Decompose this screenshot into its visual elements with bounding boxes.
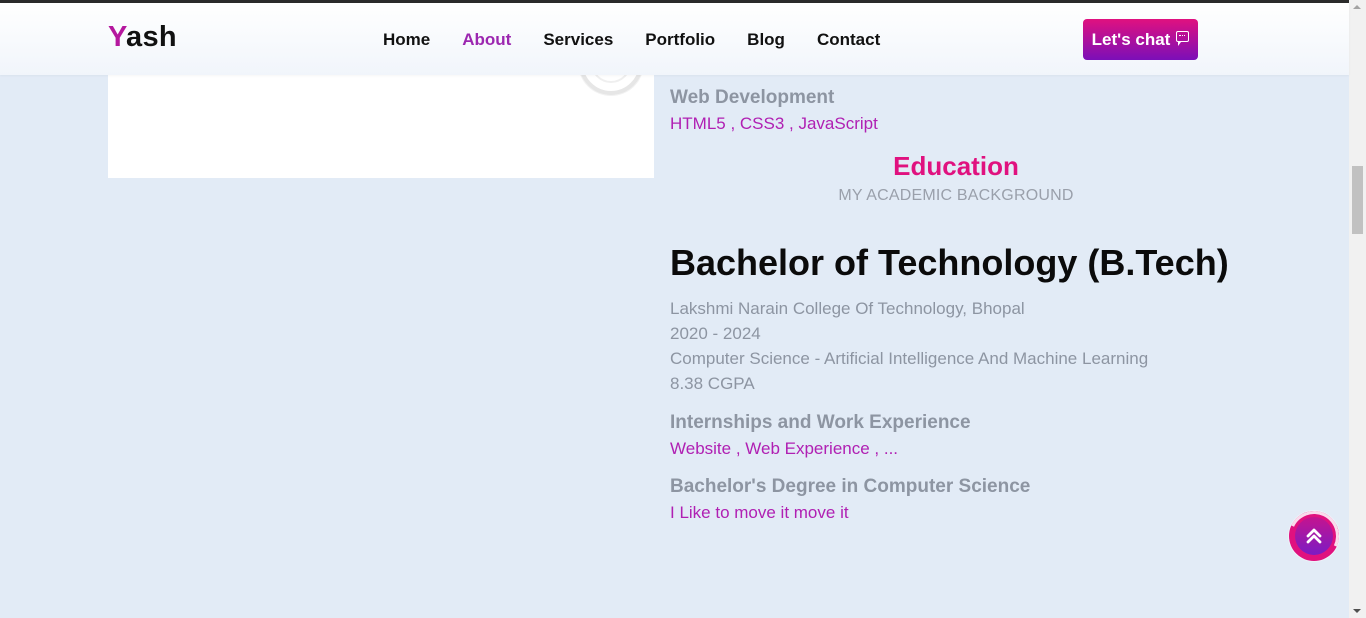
skill-title: Web Development xyxy=(670,87,835,108)
nav-home[interactable]: Home xyxy=(383,30,430,50)
chat-bubble-icon xyxy=(1176,31,1190,46)
study-years: 2020 - 2024 xyxy=(670,324,761,343)
cgpa: 8.38 CGPA xyxy=(670,374,755,393)
lets-chat-button[interactable]: Let's chat xyxy=(1083,19,1198,60)
scroll-up-arrow-icon[interactable] xyxy=(1353,5,1361,9)
logo-text: ash xyxy=(126,21,177,53)
nav-about[interactable]: About xyxy=(462,30,511,50)
site-logo[interactable]: Yash xyxy=(108,21,177,54)
logo-initial: Y xyxy=(108,21,127,53)
nav-services[interactable]: Services xyxy=(543,30,613,50)
main-nav: Home About Services Portfolio Blog Conta… xyxy=(383,30,912,50)
nav-blog[interactable]: Blog xyxy=(747,30,785,50)
other-degree-title: Bachelor's Degree in Computer Science xyxy=(670,476,1031,497)
degree-title: Bachelor of Technology (B.Tech) xyxy=(670,242,1229,283)
about-image-card xyxy=(108,75,654,178)
scrollbar-thumb[interactable] xyxy=(1352,166,1363,234)
lets-chat-label: Let's chat xyxy=(1091,29,1171,49)
site-header: Yash Home About Services Portfolio Blog … xyxy=(0,3,1349,75)
nav-contact[interactable]: Contact xyxy=(817,30,880,50)
back-to-top-button[interactable] xyxy=(1281,503,1347,569)
branch-name: Computer Science - Artificial Intelligen… xyxy=(670,349,1149,368)
college-name: Lakshmi Narain College Of Technology, Bh… xyxy=(670,299,1025,318)
experience-title: Internships and Work Experience xyxy=(670,412,971,433)
scroll-down-arrow-icon[interactable] xyxy=(1353,609,1361,613)
page-scrollbar[interactable] xyxy=(1349,0,1366,618)
education-heading: Education xyxy=(893,151,1019,181)
loading-ring-icon xyxy=(579,75,643,95)
skill-tags: HTML5 , CSS3 , JavaScript xyxy=(670,114,878,133)
nav-portfolio[interactable]: Portfolio xyxy=(645,30,715,50)
education-subheading: MY ACADEMIC BACKGROUND xyxy=(838,187,1074,204)
other-degree-sub: I Like to move it move it xyxy=(670,503,849,522)
experience-tags: Website , Web Experience , ... xyxy=(670,439,899,458)
double-chevron-up-icon xyxy=(1295,517,1333,555)
